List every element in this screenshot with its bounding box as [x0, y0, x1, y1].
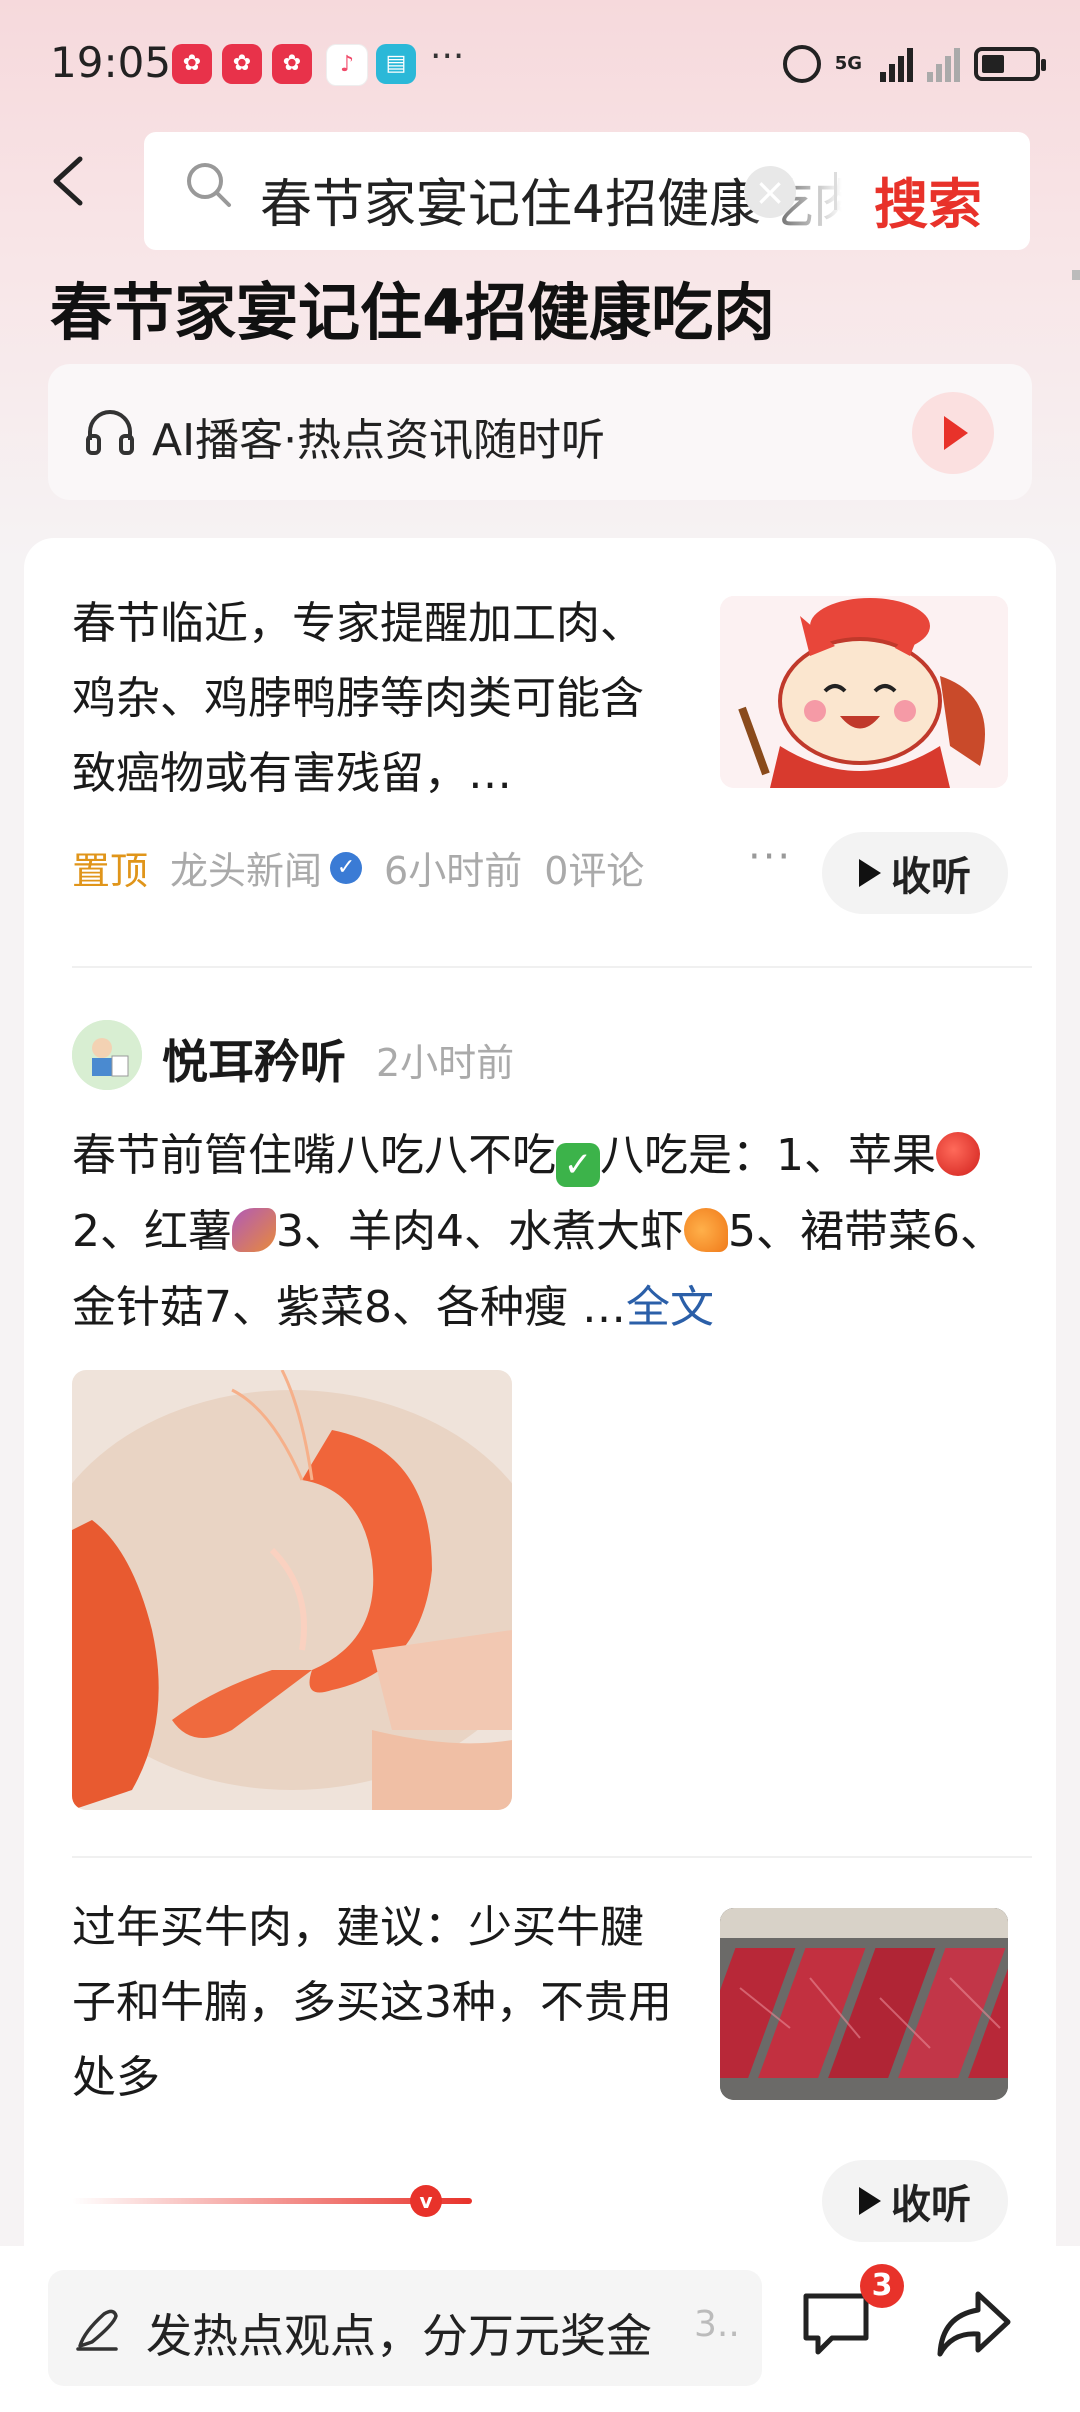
avatar[interactable] [72, 1020, 142, 1090]
comment-extra: 3.. [694, 2304, 740, 2345]
bottom-bar: 发热点观点，分万元奖金 3.. 3 [0, 2246, 1080, 2412]
shrimp-icon [684, 1208, 728, 1252]
podcast-label: AI播客·热点资讯随时听 [152, 415, 606, 466]
music-app-icon: ♪ [326, 44, 368, 86]
share-icon[interactable] [934, 2288, 1012, 2360]
post-text-segment: 3、羊肉4、水煮大虾 [276, 1206, 684, 1257]
post-image-shrimp[interactable] [72, 1370, 512, 1810]
comments-icon[interactable] [800, 2288, 872, 2360]
post-time: 2小时前 [376, 1041, 515, 1085]
audio-progress-knob[interactable]: v [410, 2185, 442, 2217]
comment-input[interactable]: 发热点观点，分万元奖金 3.. [48, 2270, 762, 2386]
check-mark-icon: ✓ [556, 1143, 600, 1187]
more-options-icon[interactable]: ··· [748, 834, 792, 880]
search-icon [187, 163, 231, 207]
news-thumbnail-horse-mascot[interactable] [720, 596, 1008, 788]
listen-button[interactable]: 收听 [822, 2160, 1008, 2242]
status-bar: 19:05 ✿ ✿ ✿ ♪ ▤ ··· 5G [0, 0, 1080, 130]
battery-icon [974, 47, 1046, 81]
results-card: 春节临近，专家提醒加工肉、鸡杂、鸡脖鸭脖等肉类可能含致癌物或有害残留，… 置顶 … [24, 538, 1056, 2412]
play-icon [859, 859, 881, 887]
comment-count-badge: 3 [860, 2264, 904, 2308]
full-text-link[interactable]: 全文 [626, 1282, 714, 1333]
post-text-segment: 2、红薯 [72, 1206, 232, 1257]
more-notifications-icon: ··· [430, 36, 465, 77]
post-text-segment: 春节前管住嘴八吃八不吃 [72, 1130, 556, 1181]
ai-podcast-bar[interactable]: AI播客·热点资讯随时听 [48, 364, 1032, 500]
verified-icon: ✓ [330, 851, 363, 884]
status-icons: 5G [782, 44, 1046, 84]
page-title: 春节家宴记住4招健康吃肉 [50, 276, 776, 349]
listen-label: 收听 [891, 2182, 971, 2228]
sweet-potato-icon [232, 1208, 276, 1252]
signal-icon [880, 46, 913, 82]
divider [72, 1856, 1032, 1858]
listen-button[interactable]: 收听 [822, 832, 1008, 914]
podcast-play-button[interactable] [912, 392, 994, 474]
apple-icon [936, 1132, 980, 1176]
news-headline[interactable]: 春节临近，专家提醒加工肉、鸡杂、鸡脖鸭脖等肉类可能含致癌物或有害残留，… [72, 586, 672, 811]
news-headline[interactable]: 过年买牛肉，建议：少买牛腱子和牛腩，多买这3种，不贵用处多 [72, 1890, 672, 2115]
news-source[interactable]: 龙头新闻 [170, 840, 322, 895]
search-bar[interactable]: 春节家宴记住4招健康吃肉 × 搜索 [144, 132, 1030, 250]
notification-app-icon: ✿ [172, 44, 212, 84]
reader-app-icon: ▤ [376, 44, 416, 84]
post-text-segment: 八吃是：1、苹果 [600, 1130, 936, 1181]
alarm-icon [782, 45, 821, 83]
post-author[interactable]: 悦耳矜听 [162, 1026, 346, 1092]
notification-app-icon: ✿ [272, 44, 312, 84]
status-time: 19:05 [50, 38, 172, 87]
listen-label: 收听 [891, 854, 971, 900]
pinned-label: 置顶 [72, 849, 149, 893]
divider [72, 966, 1032, 968]
search-button[interactable]: 搜索 [874, 160, 982, 239]
post-body[interactable]: 春节前管住嘴八吃八不吃 ✓ 八吃是：1、苹果2、红薯 3、羊肉4、水煮大虾 5、裙带菜6… [72, 1118, 1032, 1346]
search-divider [834, 172, 837, 210]
pen-icon [76, 2309, 118, 2351]
network-type: 5G [834, 53, 862, 74]
news-comments: 0评论 [544, 849, 645, 893]
clear-search-icon[interactable]: × [744, 166, 796, 218]
news-meta: 置顶 龙头新闻 ✓ 6小时前 0评论 [72, 840, 644, 895]
play-icon [859, 2187, 881, 2215]
news-thumbnail-beef[interactable] [720, 1908, 1008, 2100]
news-time: 6小时前 [384, 849, 523, 893]
back-arrow-icon[interactable] [44, 155, 96, 207]
headphone-icon [86, 410, 134, 455]
scroll-indicator [1072, 270, 1080, 280]
signal-icon-secondary [927, 46, 960, 82]
comment-placeholder: 发热点观点，分万元奖金 [146, 2309, 652, 2363]
notification-app-icon: ✿ [222, 44, 262, 84]
